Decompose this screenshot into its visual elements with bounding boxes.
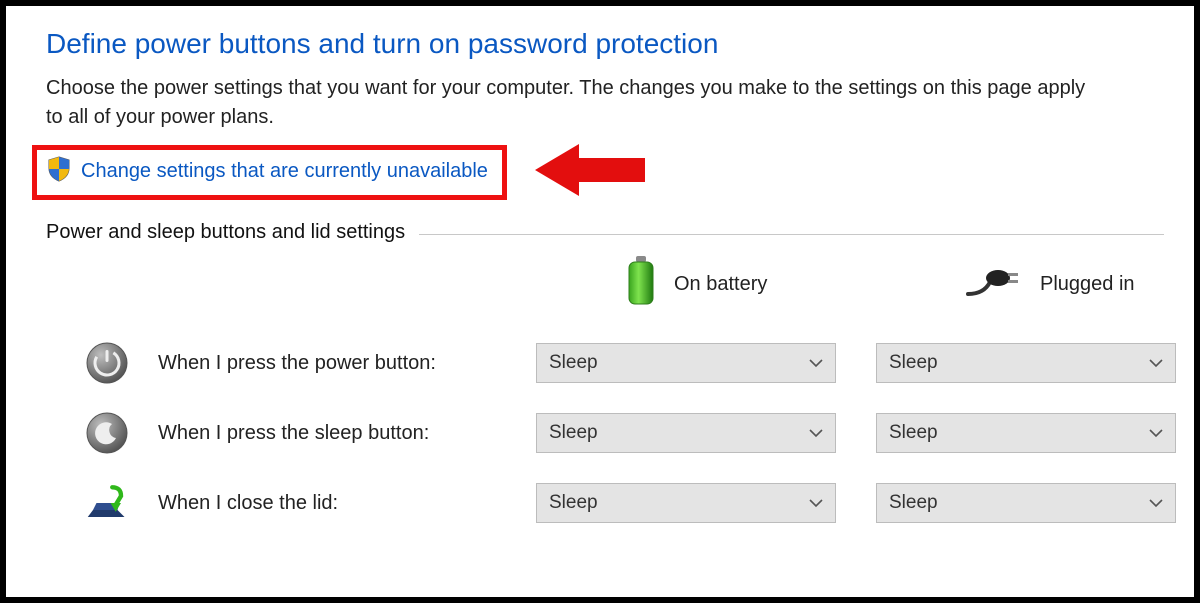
battery-icon xyxy=(626,256,656,312)
row-lid-text: When I close the lid: xyxy=(158,492,338,515)
dropdown-lid-battery[interactable]: Sleep xyxy=(536,483,836,523)
column-header-battery-label: On battery xyxy=(674,273,767,296)
laptop-lid-icon xyxy=(86,482,128,524)
dropdown-lid-plugged[interactable]: Sleep xyxy=(876,483,1176,523)
page-title: Define power buttons and turn on passwor… xyxy=(46,28,1164,60)
section-divider xyxy=(419,234,1164,235)
section-header: Power and sleep buttons and lid settings xyxy=(46,221,1164,244)
uac-shield-icon xyxy=(47,156,71,187)
column-header-battery: On battery xyxy=(536,254,856,314)
section-label: Power and sleep buttons and lid settings xyxy=(46,221,405,244)
chevron-down-icon xyxy=(809,356,823,370)
page-description: Choose the power settings that you want … xyxy=(46,74,1106,132)
highlight-row: Change settings that are currently unava… xyxy=(32,142,1164,203)
dropdown-sleep-plugged-value: Sleep xyxy=(889,422,938,444)
dropdown-power-plugged-value: Sleep xyxy=(889,352,938,374)
dropdown-lid-plugged-value: Sleep xyxy=(889,492,938,514)
power-button-icon xyxy=(86,342,128,384)
chevron-down-icon xyxy=(1149,426,1163,440)
settings-grid: On battery Plugged in xyxy=(46,254,1164,524)
row-power-text: When I press the power button: xyxy=(158,352,436,375)
dropdown-power-battery[interactable]: Sleep xyxy=(536,343,836,383)
dropdown-sleep-plugged[interactable]: Sleep xyxy=(876,413,1176,453)
row-label-sleep: When I press the sleep button: xyxy=(46,412,516,454)
highlight-box: Change settings that are currently unava… xyxy=(32,145,507,200)
dropdown-power-battery-value: Sleep xyxy=(549,352,598,374)
change-settings-link[interactable]: Change settings that are currently unava… xyxy=(81,160,488,183)
plug-icon xyxy=(966,264,1022,304)
power-options-panel: Define power buttons and turn on passwor… xyxy=(0,0,1200,603)
dropdown-sleep-battery-value: Sleep xyxy=(549,422,598,444)
dropdown-power-plugged[interactable]: Sleep xyxy=(876,343,1176,383)
row-sleep-text: When I press the sleep button: xyxy=(158,422,429,445)
chevron-down-icon xyxy=(809,496,823,510)
dropdown-sleep-battery[interactable]: Sleep xyxy=(536,413,836,453)
chevron-down-icon xyxy=(1149,496,1163,510)
column-header-plugged: Plugged in xyxy=(876,254,1196,314)
column-header-plugged-label: Plugged in xyxy=(1040,273,1135,296)
dropdown-lid-battery-value: Sleep xyxy=(549,492,598,514)
chevron-down-icon xyxy=(809,426,823,440)
row-label-power: When I press the power button: xyxy=(46,342,516,384)
row-label-lid: When I close the lid: xyxy=(46,482,516,524)
chevron-down-icon xyxy=(1149,356,1163,370)
annotation-arrow-icon xyxy=(535,142,645,203)
sleep-button-icon xyxy=(86,412,128,454)
